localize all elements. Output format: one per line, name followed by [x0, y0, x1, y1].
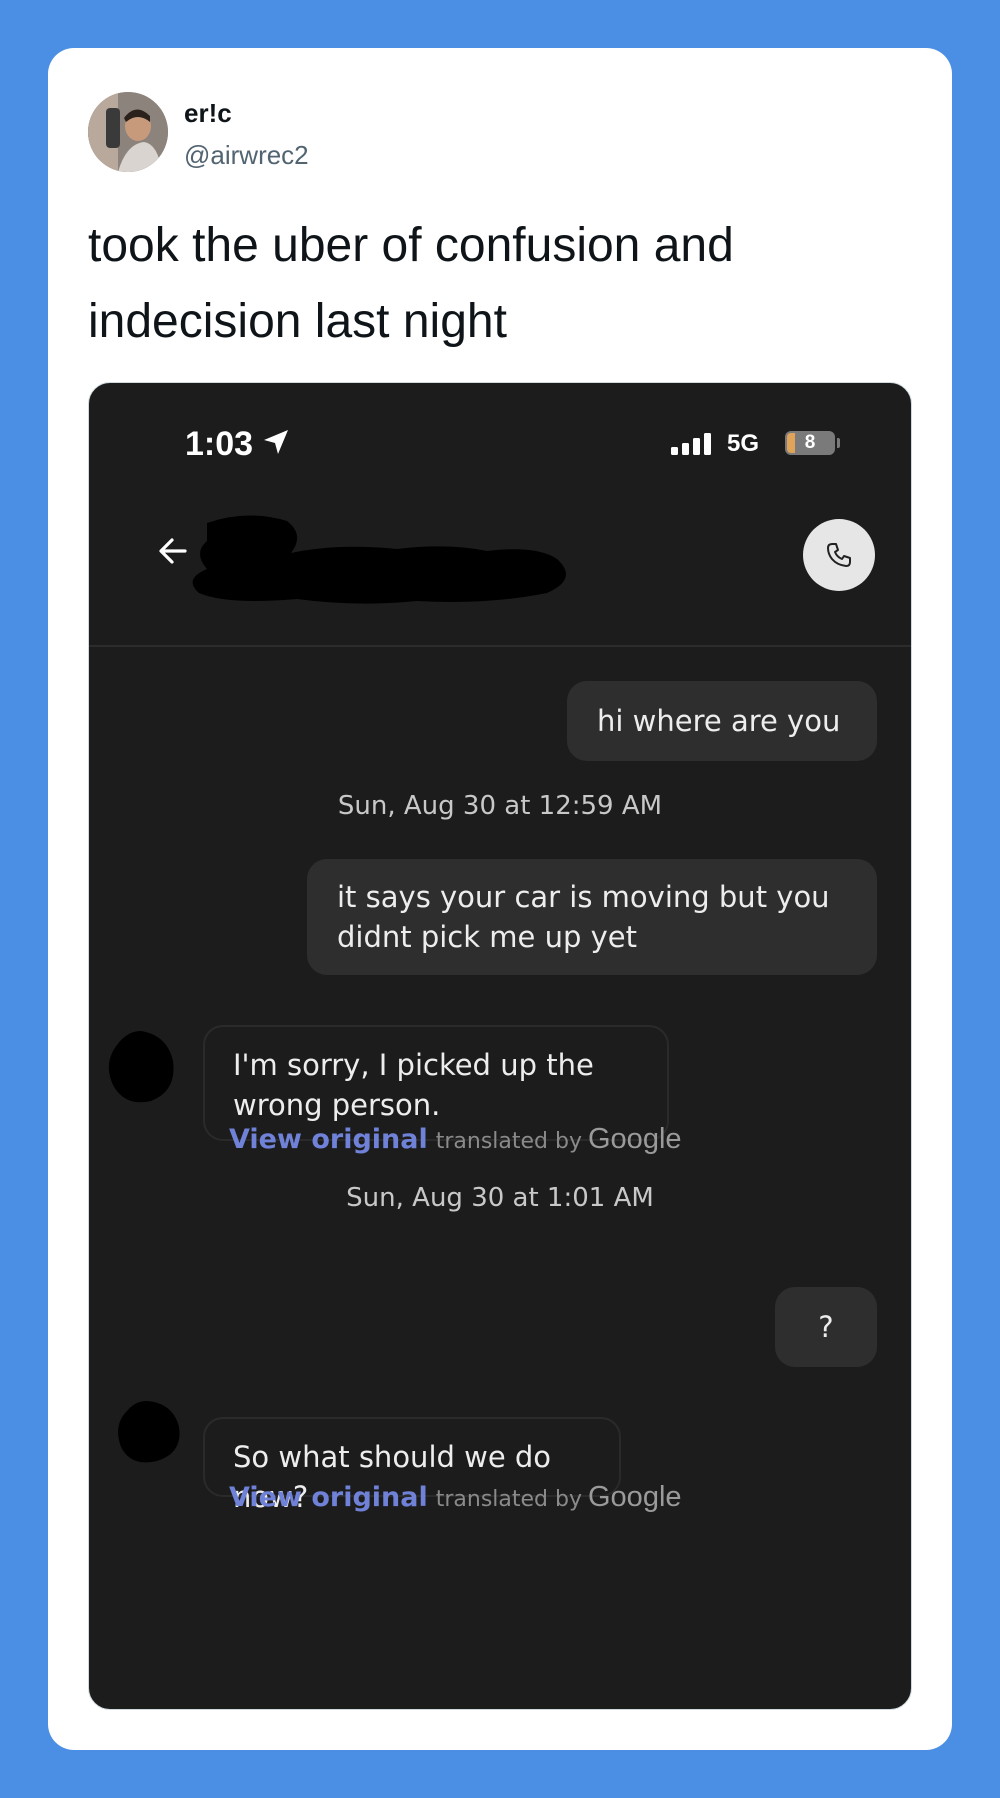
- message-timestamp: Sun, Aug 30 at 12:59 AM: [337, 791, 663, 821]
- battery-nub: [837, 438, 840, 448]
- avatar-photo: [88, 92, 168, 172]
- attached-screenshot[interactable]: 1:03 5G 8 hi where are you Sun, Aug 30 a…: [88, 382, 912, 1710]
- outgoing-message[interactable]: ?: [775, 1287, 877, 1367]
- message-timestamp: Sun, Aug 30 at 1:01 AM: [346, 1183, 654, 1213]
- status-time: 1:03: [185, 425, 254, 463]
- outgoing-message[interactable]: hi where are you: [567, 681, 877, 761]
- view-original-link[interactable]: View original: [229, 1124, 428, 1155]
- network-label: 5G: [727, 430, 760, 457]
- battery-level: 8: [804, 432, 816, 453]
- translated-by-label: translated by: [435, 1487, 582, 1512]
- phone-icon: [827, 543, 851, 567]
- google-wordmark: Google: [588, 1123, 682, 1155]
- arrow-left-icon[interactable]: [155, 533, 191, 569]
- avatar[interactable]: [88, 92, 168, 172]
- view-original-link[interactable]: View original: [229, 1482, 428, 1513]
- user-handle[interactable]: @airwrec2: [184, 140, 309, 171]
- outgoing-message[interactable]: it says your car is moving but you didnt…: [307, 859, 877, 975]
- google-wordmark: Google: [588, 1481, 682, 1513]
- signal-bars-icon: [671, 433, 711, 455]
- tweet-card: er!c @airwrec2 took the uber of confusio…: [48, 48, 952, 1750]
- header-divider: [89, 645, 911, 647]
- battery-icon: 8: [785, 431, 835, 455]
- translation-row: View original translated by Google: [229, 1123, 682, 1163]
- call-button[interactable]: [803, 519, 875, 591]
- redacted-driver-name: [192, 515, 566, 604]
- driver-avatar-redacted: [108, 1031, 174, 1103]
- translation-row: View original translated by Google: [229, 1481, 682, 1521]
- driver-avatar-redacted: [118, 1401, 180, 1463]
- tweet-text: took the uber of confusion and indecisio…: [88, 219, 734, 348]
- location-arrow-icon: [264, 430, 288, 454]
- translated-by-label: translated by: [435, 1129, 582, 1154]
- display-name[interactable]: er!c: [184, 98, 232, 129]
